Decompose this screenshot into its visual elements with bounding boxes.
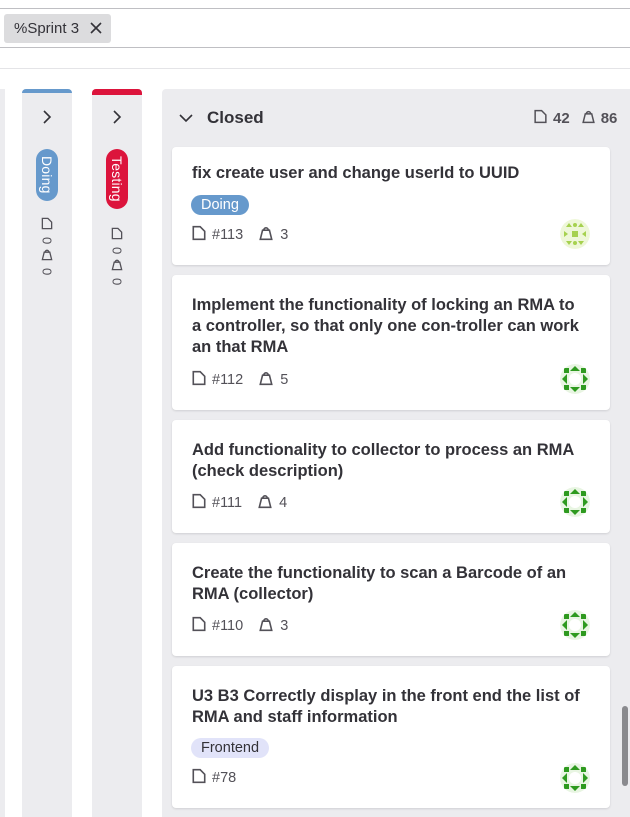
- list-label-testing[interactable]: Testing: [106, 149, 128, 209]
- issue-reference: #112: [212, 372, 244, 388]
- issue-card[interactable]: Implement the functionality of locking a…: [172, 275, 610, 410]
- weight-icon: [581, 109, 596, 128]
- chevron-down-icon[interactable]: [178, 111, 194, 129]
- issue-type-icon: [191, 370, 207, 390]
- issues-icon: [41, 217, 54, 233]
- list-stats: 0 0: [39, 217, 55, 276]
- issue-reference: #113: [212, 227, 244, 243]
- issue-weight: 5: [280, 372, 289, 388]
- list-color-bar: [22, 89, 72, 93]
- assignee-avatar[interactable]: [560, 487, 590, 517]
- issue-weight: 3: [280, 618, 289, 634]
- weight-count: 0: [109, 278, 125, 286]
- issue-reference: #78: [212, 770, 237, 786]
- filter-token-milestone[interactable]: %Sprint 3: [4, 14, 112, 43]
- filtered-search-bar[interactable]: %Sprint 3: [0, 8, 630, 48]
- assignee-avatar[interactable]: [560, 610, 590, 640]
- issue-weight: 4: [279, 495, 288, 511]
- assignee-avatar[interactable]: [560, 219, 590, 249]
- card-meta: #78: [191, 768, 236, 788]
- card-meta: #110 3: [191, 616, 288, 636]
- weight-icon: [257, 493, 273, 513]
- card-title[interactable]: Create the functionality to scan a Barco…: [192, 563, 582, 605]
- board-list-doing: Doing 0 0: [22, 89, 72, 817]
- board-list-testing: Testing 0 0: [92, 89, 142, 817]
- weight-icon: [258, 225, 274, 245]
- card-title[interactable]: Add functionality to collector to proces…: [192, 440, 582, 482]
- partial-board-list: [0, 89, 5, 817]
- issue-reference: #110: [212, 618, 244, 634]
- board-list-closed: Closed 42 86 fix create user and change …: [162, 89, 630, 817]
- issue-card[interactable]: fix create user and change userId to UUI…: [172, 147, 610, 265]
- list-scrollbar[interactable]: [622, 706, 628, 786]
- issues-icon: [111, 227, 124, 243]
- assignee-avatar[interactable]: [560, 364, 590, 394]
- issue-card[interactable]: U3 B3 Correctly display in the front end…: [172, 666, 610, 808]
- issue-type-icon: [191, 493, 207, 513]
- issue-count: 0: [109, 247, 125, 255]
- card-title[interactable]: Implement the functionality of locking a…: [192, 295, 582, 358]
- list-stats: 0 0: [109, 227, 125, 286]
- issue-type-icon: [191, 768, 207, 788]
- card-meta: #113 3: [191, 225, 288, 245]
- list-color-bar: [92, 89, 142, 95]
- card-meta: #111 4: [191, 493, 287, 513]
- list-label-doing[interactable]: Doing: [36, 149, 58, 201]
- label-frontend[interactable]: Frontend: [191, 738, 270, 758]
- weight-icon: [41, 248, 54, 264]
- chevron-right-icon[interactable]: [22, 109, 72, 125]
- issue-count: 42: [553, 110, 570, 127]
- card-title[interactable]: U3 B3 Correctly display in the front end…: [192, 686, 582, 728]
- list-title: Closed: [207, 108, 264, 127]
- issues-icon: [533, 109, 548, 128]
- issue-type-icon: [191, 225, 207, 245]
- issue-type-icon: [191, 616, 207, 636]
- issue-weight: 3: [280, 227, 289, 243]
- card-title[interactable]: fix create user and change userId to UUI…: [192, 163, 582, 184]
- issue-card[interactable]: Add functionality to collector to proces…: [172, 420, 610, 533]
- weight-icon: [111, 258, 124, 274]
- card-meta: #112 5: [191, 370, 288, 390]
- weight-icon: [258, 616, 274, 636]
- issue-reference: #111: [212, 495, 243, 511]
- weight-icon: [258, 370, 274, 390]
- close-icon[interactable]: [89, 20, 103, 38]
- assignee-avatar[interactable]: [560, 763, 590, 793]
- weight-total: 86: [600, 110, 618, 127]
- list-counts: 42 86: [533, 109, 617, 128]
- weight-count: 0: [39, 268, 55, 276]
- filter-token-text: %Sprint 3: [14, 20, 80, 37]
- board-divider: [0, 68, 630, 69]
- issue-count: 0: [39, 237, 55, 245]
- chevron-right-icon[interactable]: [92, 109, 142, 125]
- list-header: Closed 42 86: [162, 89, 630, 147]
- label-doing[interactable]: Doing: [191, 195, 249, 215]
- issue-card[interactable]: Create the functionality to scan a Barco…: [172, 543, 610, 656]
